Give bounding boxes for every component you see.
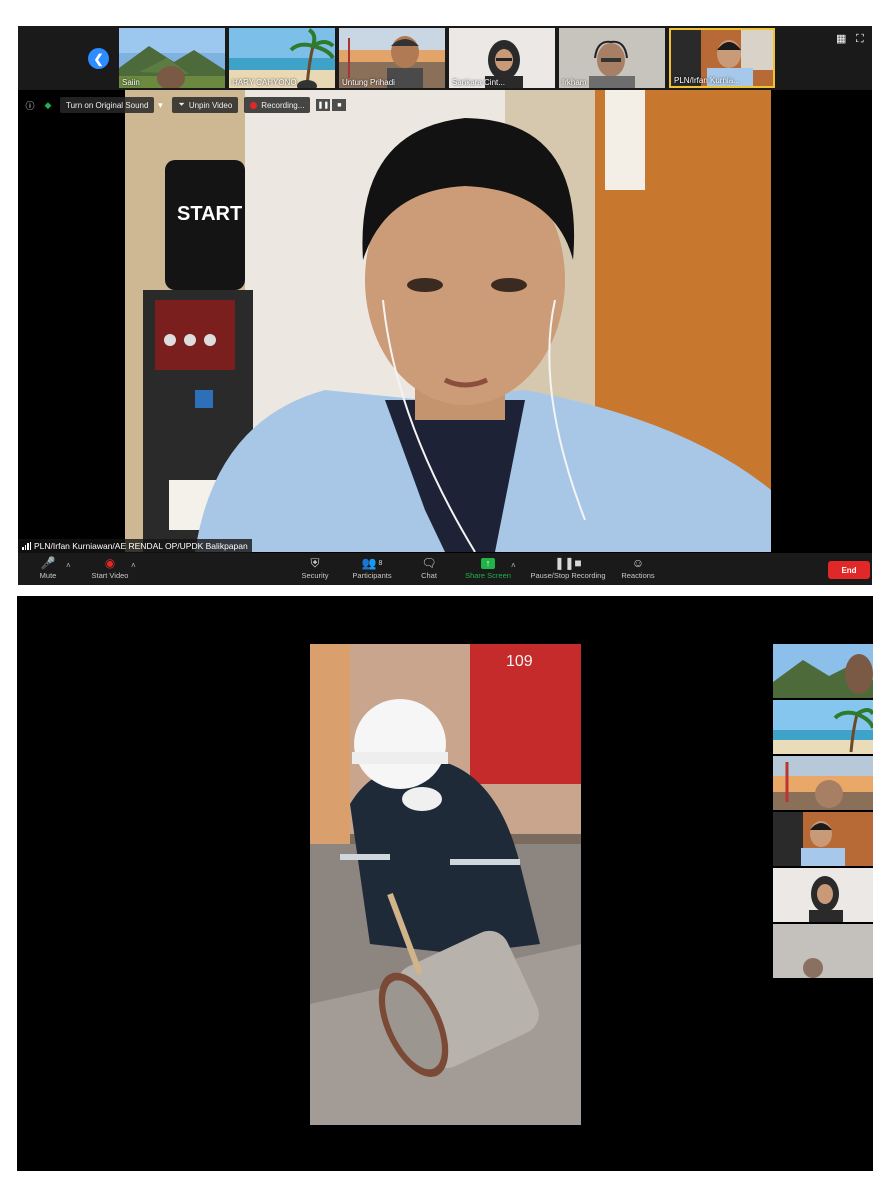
participant-video [773,924,873,978]
share-screen-icon: ↑ [481,557,495,569]
participant-name: Untung Prihadi [342,78,395,87]
record-icon [250,101,258,109]
shield-icon[interactable]: ◆ [42,99,54,111]
chevron-up-icon[interactable]: ˄ [511,561,516,570]
zoom-meeting-window-bottom: 109 [17,596,873,1171]
participant-thumbnail[interactable]: Sankara Cint... [449,28,555,88]
info-icon[interactable]: ⓘ [24,99,36,111]
fullscreen-icon[interactable]: ⛶ [856,34,866,45]
participant-name: HARY CAHYONO [232,78,297,87]
participants-icon: 👥 [361,556,377,570]
recording-indicator: Recording... [244,97,311,113]
end-meeting-button[interactable]: End [828,561,870,579]
participant-name: Sankara Cint... [452,78,505,87]
video-off-icon: ◉ [104,556,116,570]
zoom-meeting-window-top: ❮ Saiin HARY CAHYONO Untung Prihadi Sank… [18,26,872,585]
participant-video [773,868,873,922]
shared-video: 109 [310,644,581,1125]
chevron-up-icon[interactable]: ˄ [66,561,71,570]
microphone-icon: 🎤 [40,556,56,570]
pause-stop-icon: ❚❚■ [554,556,582,570]
pause-stop-recording-button[interactable]: ❚❚■ Pause/Stop Recording [530,555,605,580]
participant-thumbnail[interactable] [773,756,873,810]
participant-thumbnail[interactable]: Untung Prihadi [339,28,445,88]
chevron-down-icon[interactable]: ▾ [154,99,166,111]
participant-thumbnail[interactable]: Irkham [559,28,665,88]
original-sound-button[interactable]: Turn on Original Sound [60,97,155,113]
active-speaker-video: START [125,90,771,552]
unpin-video-button[interactable]: ⏷ Unpin Video [172,97,239,113]
participants-count: 8 [378,559,383,567]
smiley-icon: ☺ [631,556,645,570]
gallery-strip: ❮ Saiin HARY CAHYONO Untung Prihadi Sank… [18,26,872,90]
chevron-up-icon[interactable]: ˄ [131,561,136,570]
participant-name: Irkham [562,78,587,87]
meeting-top-bar: ⓘ ◆ Turn on Original Sound ▾ ⏷ Unpin Vid… [24,96,347,114]
signal-strength-icon [22,542,31,550]
svg-text:START: START [177,203,242,225]
gallery-view-icon[interactable]: ▦ [836,34,846,45]
participant-thumbnail[interactable]: HARY CAHYONO [229,28,335,88]
participant-thumbnail[interactable]: Saiin [119,28,225,88]
mountain-landscape-background [773,644,873,698]
chevron-left-icon: ❮ [93,51,104,66]
strip-previous-button[interactable]: ❮ [88,48,109,69]
mute-button[interactable]: 🎤 Mute [18,555,83,580]
participant-thumbnail[interactable] [773,644,873,698]
participant-name: PLN/Irfan Kurnia... [674,76,740,85]
shared-video-frame: 109 [310,644,581,1125]
chat-icon: 🗨 [421,556,437,570]
reactions-button[interactable]: ☺ Reactions [603,555,673,580]
stop-icon: ■ [337,101,342,109]
participant-name: Saiin [122,78,140,87]
beach-background [773,700,873,754]
participant-thumbnail[interactable] [773,700,873,754]
sign-number: 109 [506,653,533,670]
participant-thumbnail[interactable] [773,812,873,866]
pause-recording-button[interactable]: ❚❚ [316,99,331,111]
shield-icon: ⛨ [310,555,320,570]
bridge-sunset-background [773,756,873,810]
active-speaker-name-label: PLN/Irfan Kurniawan/AE RENDAL OP/UPDK Ba… [18,539,252,553]
participant-thumbnail-active[interactable]: PLN/Irfan Kurnia... [669,28,775,88]
speaker-video-frame: START [125,90,771,552]
pin-icon: ⏷ [178,100,185,109]
meeting-toolbar: 🎤 Mute ˄ ◉ Start Video ˄ ⛨ Security 👥 8 … [18,553,872,585]
participant-thumbnail[interactable] [773,924,873,978]
pause-icon: ❚❚ [317,102,330,109]
stop-recording-button[interactable]: ■ [332,99,347,111]
participant-thumbnail[interactable] [773,868,873,922]
participant-video [773,812,873,866]
